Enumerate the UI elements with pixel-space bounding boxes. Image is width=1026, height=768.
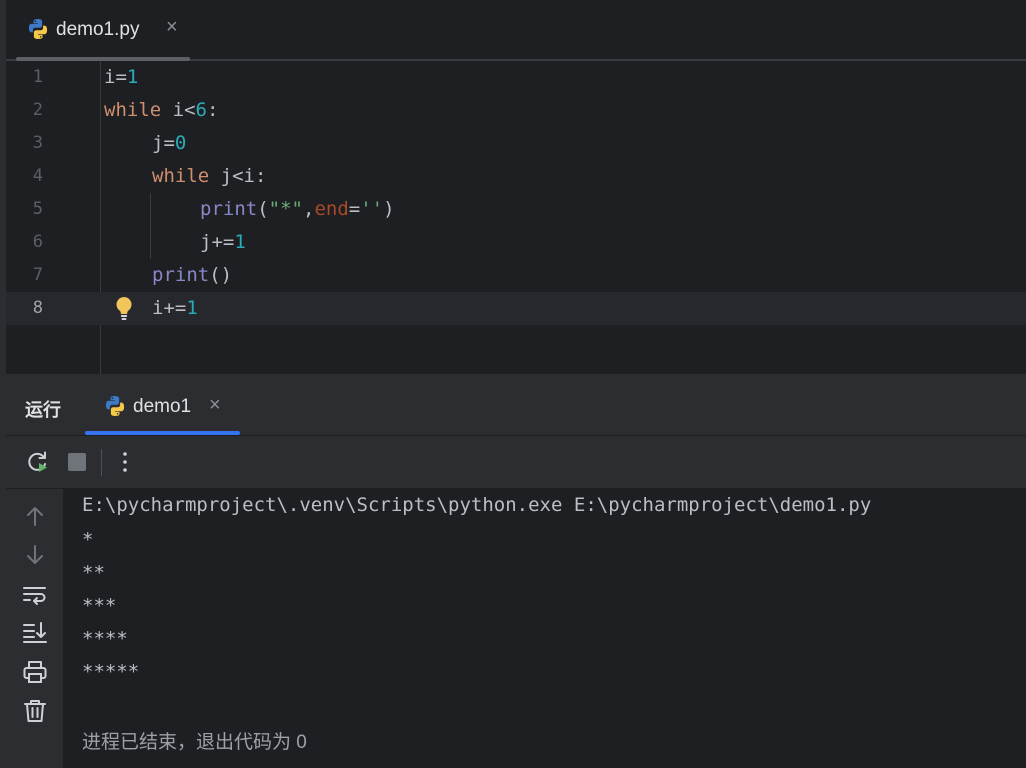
python-icon bbox=[26, 17, 50, 46]
active-run-tab-indicator bbox=[85, 431, 240, 435]
console-exit-message: 进程已结束，退出代码为 0 bbox=[82, 732, 307, 753]
run-toolbar bbox=[6, 436, 1026, 489]
line-number: 4 bbox=[32, 166, 43, 186]
editor-tab-label: demo1.py bbox=[56, 19, 140, 40]
run-tab-demo1[interactable]: demo1 × bbox=[85, 374, 240, 435]
console-output-line: **** bbox=[82, 628, 128, 650]
close-icon[interactable]: × bbox=[166, 16, 178, 39]
print-icon[interactable] bbox=[22, 659, 48, 685]
down-arrow-icon[interactable] bbox=[22, 542, 48, 568]
code-line[interactable]: 7 print() bbox=[6, 259, 1026, 292]
console-sidebar bbox=[6, 489, 63, 768]
bulb-icon[interactable] bbox=[114, 296, 134, 327]
code-line[interactable]: 6 j+=1 bbox=[6, 226, 1026, 259]
line-number: 2 bbox=[32, 100, 43, 120]
code-text: i=1 bbox=[104, 66, 139, 88]
code-text: print() bbox=[152, 264, 233, 286]
run-tab-label: demo1 bbox=[133, 396, 192, 417]
editor-tab-bar: demo1.py × bbox=[6, 0, 1026, 61]
editor-tab-demo1[interactable]: demo1.py × bbox=[16, 0, 190, 61]
code-editor[interactable]: 1 i=1 2 while i<6: 3 j=0 4 while j<i: 5 … bbox=[6, 61, 1026, 374]
line-number: 1 bbox=[32, 67, 43, 87]
scroll-to-end-icon[interactable] bbox=[22, 620, 48, 646]
up-arrow-icon[interactable] bbox=[22, 503, 48, 529]
code-text: while j<i: bbox=[152, 165, 267, 187]
rerun-icon[interactable] bbox=[25, 449, 51, 475]
code-text: j=0 bbox=[152, 132, 187, 154]
console-output-line: ***** bbox=[82, 661, 140, 683]
code-text: print("*",end='') bbox=[200, 198, 395, 220]
console-output-line: * bbox=[82, 529, 94, 551]
close-icon[interactable]: × bbox=[209, 394, 221, 417]
code-line[interactable]: 5 print("*",end='') bbox=[6, 193, 1026, 226]
python-icon bbox=[103, 394, 127, 423]
code-text: i+=1 bbox=[152, 297, 198, 319]
code-text: j+=1 bbox=[200, 231, 246, 253]
console-output[interactable]: E:\pycharmproject\.venv\Scripts\python.e… bbox=[63, 489, 1026, 768]
line-number: 5 bbox=[32, 199, 43, 219]
code-line[interactable]: 2 while i<6: bbox=[6, 94, 1026, 127]
line-number: 7 bbox=[32, 265, 43, 285]
indent-guide bbox=[150, 193, 151, 259]
code-line-current[interactable]: 8 i+=1 bbox=[6, 292, 1026, 325]
run-tool-window: 运行 demo1 × E:\pycharmproject\.venv\Scrip… bbox=[6, 374, 1026, 768]
toolbar-separator bbox=[101, 449, 102, 476]
code-text: while i<6: bbox=[104, 99, 219, 121]
more-icon[interactable] bbox=[112, 449, 138, 475]
console-command-line: E:\pycharmproject\.venv\Scripts\python.e… bbox=[82, 494, 872, 516]
line-number: 3 bbox=[32, 133, 43, 153]
soft-wrap-icon[interactable] bbox=[22, 582, 48, 608]
trash-icon[interactable] bbox=[22, 698, 48, 724]
code-line[interactable]: 3 j=0 bbox=[6, 127, 1026, 160]
line-number: 6 bbox=[32, 232, 43, 252]
code-line[interactable]: 4 while j<i: bbox=[6, 160, 1026, 193]
console-output-line: *** bbox=[82, 595, 117, 617]
run-panel-header: 运行 demo1 × bbox=[6, 374, 1026, 436]
run-panel-title: 运行 bbox=[25, 400, 61, 420]
line-number: 8 bbox=[32, 298, 43, 318]
console-output-line: ** bbox=[82, 562, 105, 584]
code-line[interactable]: 1 i=1 bbox=[6, 61, 1026, 94]
stop-icon[interactable] bbox=[64, 449, 90, 475]
